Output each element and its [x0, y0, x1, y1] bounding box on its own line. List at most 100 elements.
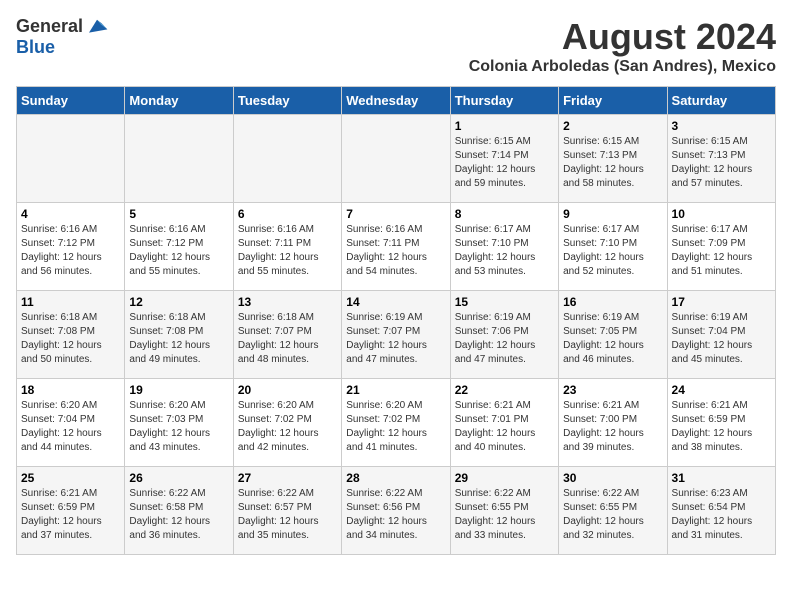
day-info: Sunrise: 6:15 AM Sunset: 7:13 PM Dayligh… — [672, 135, 771, 191]
calendar-cell: 18 Sunrise: 6:20 AM Sunset: 7:04 PM Dayli… — [17, 379, 125, 467]
day-info: Sunrise: 6:16 AM Sunset: 7:11 PM Dayligh… — [238, 223, 337, 279]
day-number: 15 — [455, 295, 554, 309]
logo: General Blue — [16, 16, 109, 58]
title-area: August 2024 Colonia Arboledas (San Andre… — [469, 16, 776, 76]
calendar-cell — [17, 115, 125, 203]
day-number: 31 — [672, 471, 771, 485]
calendar-cell: 9 Sunrise: 6:17 AM Sunset: 7:10 PM Daylig… — [559, 203, 667, 291]
day-number: 21 — [346, 383, 445, 397]
calendar-cell: 4 Sunrise: 6:16 AM Sunset: 7:12 PM Daylig… — [17, 203, 125, 291]
day-info: Sunrise: 6:21 AM Sunset: 7:00 PM Dayligh… — [563, 399, 662, 455]
weekday-header-monday: Monday — [125, 87, 233, 115]
day-info: Sunrise: 6:18 AM Sunset: 7:08 PM Dayligh… — [129, 311, 228, 367]
calendar-cell — [125, 115, 233, 203]
calendar-week-row: 11 Sunrise: 6:18 AM Sunset: 7:08 PM Dayli… — [17, 291, 776, 379]
header: General Blue August 2024 Colonia Arboled… — [16, 16, 776, 76]
calendar-cell: 24 Sunrise: 6:21 AM Sunset: 6:59 PM Dayli… — [667, 379, 775, 467]
day-number: 3 — [672, 119, 771, 133]
calendar-cell — [233, 115, 341, 203]
day-number: 2 — [563, 119, 662, 133]
calendar-cell: 5Sunrise: 6:16 AM Sunset: 7:12 PM Daylig… — [125, 203, 233, 291]
calendar-cell: 8Sunrise: 6:17 AM Sunset: 7:10 PM Daylig… — [450, 203, 558, 291]
day-info: Sunrise: 6:22 AM Sunset: 6:57 PM Dayligh… — [238, 487, 337, 543]
calendar-cell: 25Sunrise: 6:21 AM Sunset: 6:59 PM Dayli… — [17, 467, 125, 555]
calendar-cell: 1 Sunrise: 6:15 AM Sunset: 7:14 PM Daylig… — [450, 115, 558, 203]
calendar-cell: 16Sunrise: 6:19 AM Sunset: 7:05 PM Dayli… — [559, 291, 667, 379]
day-number: 27 — [238, 471, 337, 485]
day-info: Sunrise: 6:20 AM Sunset: 7:02 PM Dayligh… — [238, 399, 337, 455]
day-info: Sunrise: 6:19 AM Sunset: 7:05 PM Dayligh… — [563, 311, 662, 367]
day-info: Sunrise: 6:22 AM Sunset: 6:56 PM Dayligh… — [346, 487, 445, 543]
calendar-cell: 31 Sunrise: 6:23 AM Sunset: 6:54 PM Dayli… — [667, 467, 775, 555]
calendar-cell: 14Sunrise: 6:19 AM Sunset: 7:07 PM Dayli… — [342, 291, 450, 379]
day-info: Sunrise: 6:16 AM Sunset: 7:12 PM Dayligh… — [129, 223, 228, 279]
day-info: Sunrise: 6:22 AM Sunset: 6:58 PM Dayligh… — [129, 487, 228, 543]
location-title: Colonia Arboledas (San Andres), Mexico — [469, 58, 776, 76]
day-number: 29 — [455, 471, 554, 485]
day-number: 4 — [21, 207, 120, 221]
calendar-week-row: 4 Sunrise: 6:16 AM Sunset: 7:12 PM Daylig… — [17, 203, 776, 291]
day-info: Sunrise: 6:18 AM Sunset: 7:08 PM Dayligh… — [21, 311, 120, 367]
day-info: Sunrise: 6:16 AM Sunset: 7:12 PM Dayligh… — [21, 223, 120, 279]
calendar-cell: 7 Sunrise: 6:16 AM Sunset: 7:11 PM Daylig… — [342, 203, 450, 291]
logo-bird-icon — [85, 18, 109, 36]
day-info: Sunrise: 6:21 AM Sunset: 6:59 PM Dayligh… — [672, 399, 771, 455]
calendar-cell: 21 Sunrise: 6:20 AM Sunset: 7:02 PM Dayli… — [342, 379, 450, 467]
day-info: Sunrise: 6:22 AM Sunset: 6:55 PM Dayligh… — [563, 487, 662, 543]
day-number: 24 — [672, 383, 771, 397]
day-number: 20 — [238, 383, 337, 397]
calendar-cell: 15 Sunrise: 6:19 AM Sunset: 7:06 PM Dayli… — [450, 291, 558, 379]
day-info: Sunrise: 6:20 AM Sunset: 7:04 PM Dayligh… — [21, 399, 120, 455]
calendar-cell: 28 Sunrise: 6:22 AM Sunset: 6:56 PM Dayli… — [342, 467, 450, 555]
calendar-cell: 29 Sunrise: 6:22 AM Sunset: 6:55 PM Dayli… — [450, 467, 558, 555]
day-info: Sunrise: 6:19 AM Sunset: 7:04 PM Dayligh… — [672, 311, 771, 367]
calendar-cell — [342, 115, 450, 203]
calendar-cell: 19Sunrise: 6:20 AM Sunset: 7:03 PM Dayli… — [125, 379, 233, 467]
calendar-cell: 30 Sunrise: 6:22 AM Sunset: 6:55 PM Dayli… — [559, 467, 667, 555]
day-info: Sunrise: 6:16 AM Sunset: 7:11 PM Dayligh… — [346, 223, 445, 279]
day-number: 28 — [346, 471, 445, 485]
day-number: 1 — [455, 119, 554, 133]
day-info: Sunrise: 6:17 AM Sunset: 7:09 PM Dayligh… — [672, 223, 771, 279]
calendar-cell: 13Sunrise: 6:18 AM Sunset: 7:07 PM Dayli… — [233, 291, 341, 379]
weekday-header-wednesday: Wednesday — [342, 87, 450, 115]
weekday-header-saturday: Saturday — [667, 87, 775, 115]
calendar-cell: 17 Sunrise: 6:19 AM Sunset: 7:04 PM Dayli… — [667, 291, 775, 379]
logo-blue-text: Blue — [16, 37, 55, 58]
day-number: 11 — [21, 295, 120, 309]
day-number: 8 — [455, 207, 554, 221]
day-info: Sunrise: 6:21 AM Sunset: 7:01 PM Dayligh… — [455, 399, 554, 455]
day-number: 25 — [21, 471, 120, 485]
day-info: Sunrise: 6:15 AM Sunset: 7:14 PM Dayligh… — [455, 135, 554, 191]
weekday-header-tuesday: Tuesday — [233, 87, 341, 115]
day-info: Sunrise: 6:22 AM Sunset: 6:55 PM Dayligh… — [455, 487, 554, 543]
calendar-cell: 2Sunrise: 6:15 AM Sunset: 7:13 PM Daylig… — [559, 115, 667, 203]
calendar-week-row: 18 Sunrise: 6:20 AM Sunset: 7:04 PM Dayli… — [17, 379, 776, 467]
day-info: Sunrise: 6:19 AM Sunset: 7:06 PM Dayligh… — [455, 311, 554, 367]
day-number: 9 — [563, 207, 662, 221]
day-info: Sunrise: 6:17 AM Sunset: 7:10 PM Dayligh… — [563, 223, 662, 279]
day-number: 14 — [346, 295, 445, 309]
calendar-cell: 27 Sunrise: 6:22 AM Sunset: 6:57 PM Dayli… — [233, 467, 341, 555]
calendar-cell: 22Sunrise: 6:21 AM Sunset: 7:01 PM Dayli… — [450, 379, 558, 467]
day-number: 18 — [21, 383, 120, 397]
weekday-header-friday: Friday — [559, 87, 667, 115]
month-title: August 2024 — [469, 16, 776, 58]
logo-general-text: General — [16, 16, 83, 37]
calendar-cell: 6Sunrise: 6:16 AM Sunset: 7:11 PM Daylig… — [233, 203, 341, 291]
calendar-table: SundayMondayTuesdayWednesdayThursdayFrid… — [16, 86, 776, 555]
calendar-week-row: 1 Sunrise: 6:15 AM Sunset: 7:14 PM Daylig… — [17, 115, 776, 203]
calendar-cell: 10Sunrise: 6:17 AM Sunset: 7:09 PM Dayli… — [667, 203, 775, 291]
day-number: 7 — [346, 207, 445, 221]
calendar-cell: 23 Sunrise: 6:21 AM Sunset: 7:00 PM Dayli… — [559, 379, 667, 467]
day-number: 17 — [672, 295, 771, 309]
weekday-header-thursday: Thursday — [450, 87, 558, 115]
weekday-header-row: SundayMondayTuesdayWednesdayThursdayFrid… — [17, 87, 776, 115]
day-number: 26 — [129, 471, 228, 485]
day-number: 30 — [563, 471, 662, 485]
day-number: 23 — [563, 383, 662, 397]
day-info: Sunrise: 6:20 AM Sunset: 7:02 PM Dayligh… — [346, 399, 445, 455]
day-info: Sunrise: 6:20 AM Sunset: 7:03 PM Dayligh… — [129, 399, 228, 455]
calendar-week-row: 25Sunrise: 6:21 AM Sunset: 6:59 PM Dayli… — [17, 467, 776, 555]
day-info: Sunrise: 6:23 AM Sunset: 6:54 PM Dayligh… — [672, 487, 771, 543]
